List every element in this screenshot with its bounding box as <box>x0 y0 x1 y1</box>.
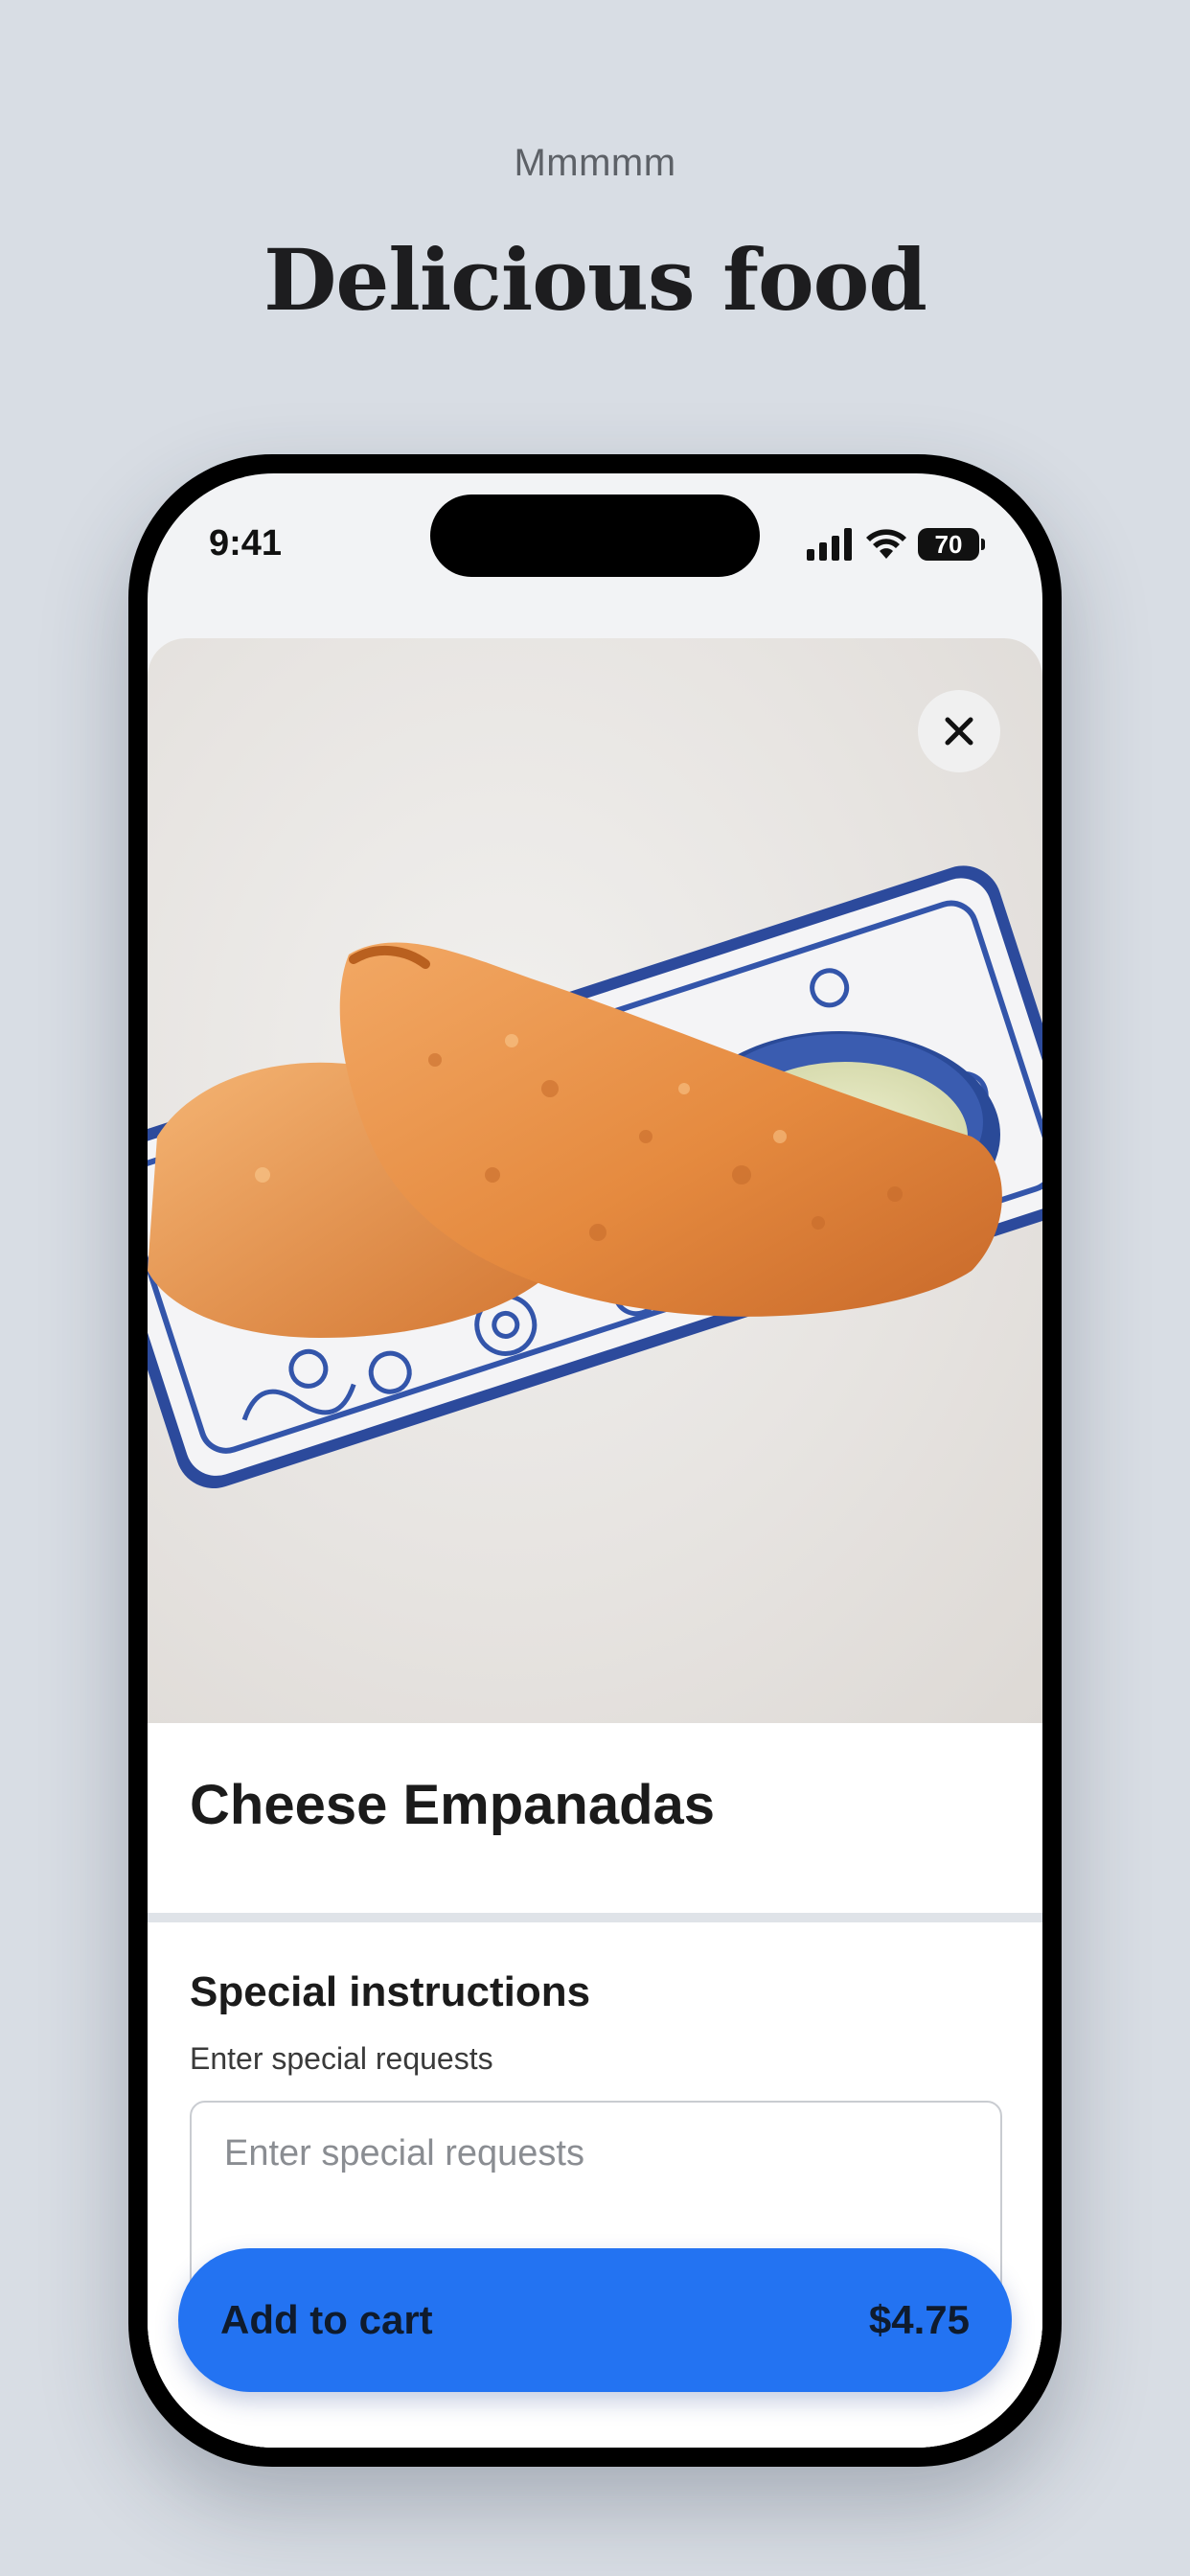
add-to-cart-button[interactable]: Add to cart $4.75 <box>178 2248 1012 2392</box>
dynamic-island <box>430 494 760 577</box>
item-price: $4.75 <box>868 2297 970 2342</box>
close-button[interactable] <box>918 690 1000 772</box>
battery-level: 70 <box>918 528 979 561</box>
food-photo-icon <box>148 865 1042 1488</box>
instructions-label: Enter special requests <box>190 2041 493 2076</box>
phone-frame: 9:41 70 Cheese Empanadas Special instruc… <box>128 454 1062 2467</box>
wifi-icon <box>866 529 906 559</box>
status-icons: 70 <box>807 525 985 564</box>
item-info: Cheese Empanadas <box>148 1723 1042 1913</box>
item-image <box>148 638 1042 1723</box>
item-sheet: Cheese Empanadas Special instructions En… <box>148 638 1042 2448</box>
cellular-signal-icon <box>807 528 852 561</box>
status-bar: 9:41 70 <box>148 473 1042 617</box>
phone-screen: 9:41 70 Cheese Empanadas Special instruc… <box>148 473 1042 2448</box>
page-headline: Delicious food <box>263 230 927 330</box>
item-title: Cheese Empanadas <box>190 1774 716 1836</box>
add-to-cart-label: Add to cart <box>220 2297 433 2342</box>
section-divider <box>148 1913 1042 1922</box>
battery-icon: 70 <box>918 528 985 561</box>
instructions-title: Special instructions <box>190 1968 591 2015</box>
status-time: 9:41 <box>209 523 283 564</box>
eyebrow-text: Mmmmm <box>514 142 676 184</box>
close-icon <box>945 717 973 746</box>
